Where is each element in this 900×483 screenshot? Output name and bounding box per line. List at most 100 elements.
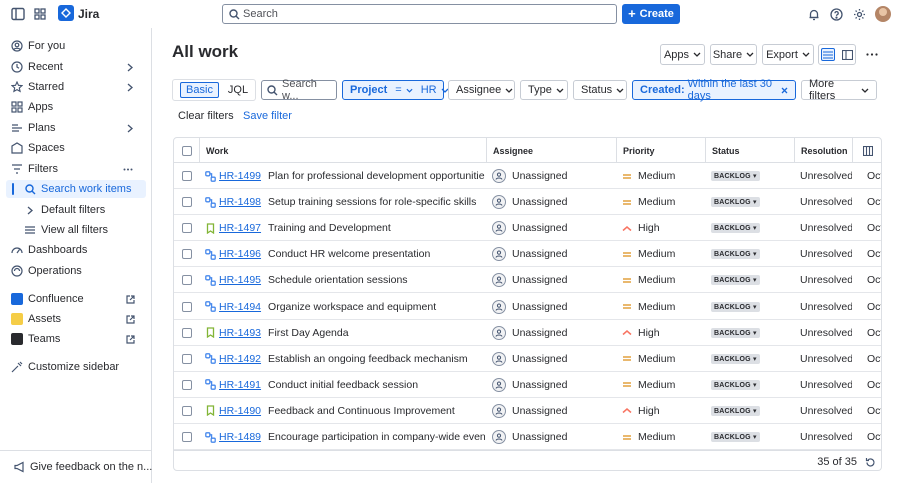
issue-summary[interactable]: Conduct HR welcome presentation bbox=[268, 248, 430, 260]
give-feedback-button[interactable]: Give feedback on the n... bbox=[0, 450, 152, 483]
more-actions-button[interactable] bbox=[860, 44, 884, 65]
notifications-icon[interactable] bbox=[806, 6, 822, 22]
issue-summary[interactable]: Plan for professional development opport… bbox=[268, 170, 485, 182]
issue-key-link[interactable]: HR-1499 bbox=[219, 170, 261, 182]
table-row[interactable]: HR-1492 Establish an ongoing feedback mec… bbox=[174, 346, 881, 372]
status-badge[interactable]: BACKLOG ▾ bbox=[711, 275, 760, 286]
column-assignee[interactable]: Assignee bbox=[486, 138, 616, 163]
apps-button[interactable]: Apps bbox=[660, 44, 705, 65]
status-cell[interactable]: BACKLOG ▾ bbox=[711, 215, 794, 241]
assignee-cell[interactable]: Unassigned bbox=[492, 424, 616, 450]
user-avatar[interactable] bbox=[875, 6, 891, 22]
more-filters-button[interactable]: More filters bbox=[801, 78, 877, 102]
app-switcher-icon[interactable] bbox=[32, 6, 48, 22]
row-checkbox[interactable] bbox=[182, 301, 192, 312]
status-badge[interactable]: BACKLOG ▾ bbox=[711, 171, 760, 181]
priority-cell[interactable]: Medium bbox=[622, 267, 705, 293]
assignee-cell[interactable]: Unassigned bbox=[492, 372, 616, 398]
status-cell[interactable]: BACKLOG ▾ bbox=[711, 267, 794, 293]
issue-summary[interactable]: Training and Development bbox=[268, 222, 391, 234]
row-checkbox[interactable] bbox=[182, 379, 192, 390]
issue-summary[interactable]: Encourage participation in company-wide … bbox=[268, 431, 485, 443]
issue-key-link[interactable]: HR-1492 bbox=[219, 353, 261, 365]
sidebar-item-apps[interactable]: Apps bbox=[6, 98, 146, 116]
sidebar-toggle-icon[interactable] bbox=[10, 6, 26, 22]
global-search-input[interactable]: Search bbox=[222, 4, 617, 24]
list-view-icon[interactable] bbox=[821, 48, 835, 61]
chevron-right-icon[interactable] bbox=[125, 122, 135, 134]
assignee-cell[interactable]: Unassigned bbox=[492, 398, 616, 424]
issue-key-link[interactable]: HR-1494 bbox=[219, 301, 261, 313]
clear-filters-link[interactable]: Clear filters bbox=[178, 110, 234, 122]
issue-summary[interactable]: Conduct initial feedback session bbox=[268, 379, 418, 391]
sidebar-item-default-filters[interactable]: Default filters bbox=[6, 201, 146, 219]
status-cell[interactable]: BACKLOG ▾ bbox=[711, 241, 794, 267]
row-checkbox[interactable] bbox=[182, 353, 192, 364]
status-cell[interactable]: BACKLOG ▾ bbox=[711, 424, 794, 450]
refresh-icon[interactable] bbox=[864, 456, 876, 468]
row-checkbox[interactable] bbox=[182, 275, 192, 286]
sidebar-item-plans[interactable]: Plans bbox=[6, 119, 146, 137]
priority-cell[interactable]: Medium bbox=[622, 346, 705, 372]
row-checkbox[interactable] bbox=[182, 249, 192, 260]
status-cell[interactable]: BACKLOG ▾ bbox=[711, 189, 794, 215]
status-badge[interactable]: BACKLOG ▾ bbox=[711, 249, 760, 260]
row-checkbox[interactable] bbox=[182, 432, 192, 442]
column-resolution[interactable]: Resolution bbox=[794, 138, 852, 163]
assignee-cell[interactable]: Unassigned bbox=[492, 163, 616, 189]
project-filter[interactable]: Project = HR bbox=[342, 80, 449, 100]
assignee-cell[interactable]: Unassigned bbox=[492, 241, 616, 267]
sidebar-item-for-you[interactable]: For you bbox=[6, 37, 146, 55]
column-priority[interactable]: Priority bbox=[616, 138, 705, 163]
assignee-cell[interactable]: Unassigned bbox=[492, 189, 616, 215]
export-button[interactable]: Export bbox=[762, 44, 814, 65]
assignee-cell[interactable]: Unassigned bbox=[492, 320, 616, 346]
table-row[interactable]: HR-1496 Conduct HR welcome presentation Un… bbox=[174, 241, 881, 268]
app-name[interactable]: Jira bbox=[78, 7, 99, 21]
sidebar-app-teams[interactable]: Teams bbox=[6, 330, 146, 348]
priority-cell[interactable]: Medium bbox=[622, 189, 705, 215]
issue-key-link[interactable]: HR-1489 bbox=[219, 431, 261, 443]
table-row[interactable]: HR-1494 Organize workspace and equipment U… bbox=[174, 294, 881, 320]
created-filter[interactable]: Created: Within the last 30 days bbox=[632, 78, 796, 102]
issue-summary[interactable]: Feedback and Continuous Improvement bbox=[268, 405, 455, 417]
help-icon[interactable] bbox=[828, 6, 844, 22]
status-badge[interactable]: BACKLOG ▾ bbox=[711, 379, 760, 390]
sidebar-item-operations[interactable]: Operations bbox=[6, 262, 146, 280]
status-cell[interactable]: BACKLOG ▾ bbox=[711, 398, 794, 424]
column-status[interactable]: Status bbox=[705, 138, 794, 163]
issue-summary[interactable]: Schedule orientation sessions bbox=[268, 274, 408, 286]
more-options-icon[interactable] bbox=[121, 163, 135, 175]
close-icon[interactable] bbox=[781, 87, 788, 94]
sidebar-item-dashboards[interactable]: Dashboards bbox=[6, 241, 146, 259]
status-cell[interactable]: BACKLOG ▾ bbox=[711, 320, 794, 346]
table-row[interactable]: HR-1498 Setup training sessions for role-… bbox=[174, 189, 881, 216]
sidebar-item-starred[interactable]: Starred bbox=[6, 78, 146, 96]
assignee-filter[interactable]: Assignee bbox=[448, 80, 515, 100]
sidebar-item-search-work-items[interactable]: Search work items bbox=[6, 180, 146, 198]
jira-logo-icon[interactable] bbox=[58, 5, 74, 21]
assignee-cell[interactable]: Unassigned bbox=[492, 267, 616, 293]
row-checkbox[interactable] bbox=[182, 223, 192, 234]
mode-jql-button[interactable]: JQL bbox=[223, 82, 253, 98]
sidebar-item-filters[interactable]: Filters bbox=[6, 160, 146, 178]
assignee-cell[interactable]: Unassigned bbox=[492, 346, 616, 372]
issue-key-link[interactable]: HR-1496 bbox=[219, 248, 261, 260]
issue-key-link[interactable]: HR-1495 bbox=[219, 274, 261, 286]
priority-cell[interactable]: Medium bbox=[622, 241, 705, 267]
priority-cell[interactable]: High bbox=[622, 320, 705, 346]
table-row[interactable]: HR-1489 Encourage participation in compan… bbox=[174, 424, 881, 450]
issue-key-link[interactable]: HR-1497 bbox=[219, 222, 261, 234]
table-row[interactable]: HR-1495 Schedule orientation sessions Unas… bbox=[174, 267, 881, 294]
priority-cell[interactable]: Medium bbox=[622, 163, 705, 189]
row-checkbox[interactable] bbox=[182, 327, 192, 338]
row-checkbox[interactable] bbox=[182, 197, 192, 208]
sidebar-app-confluence[interactable]: Confluence bbox=[6, 290, 146, 308]
status-badge[interactable]: BACKLOG ▾ bbox=[711, 301, 760, 312]
priority-cell[interactable]: High bbox=[622, 398, 705, 424]
mode-basic-button[interactable]: Basic bbox=[180, 82, 219, 98]
table-row[interactable]: HR-1497 Training and Development Unassigne… bbox=[174, 215, 881, 242]
table-row[interactable]: HR-1499 Plan for professional development… bbox=[174, 163, 881, 189]
sidebar-item-spaces[interactable]: Spaces bbox=[6, 139, 146, 157]
save-filter-link[interactable]: Save filter bbox=[243, 110, 292, 122]
